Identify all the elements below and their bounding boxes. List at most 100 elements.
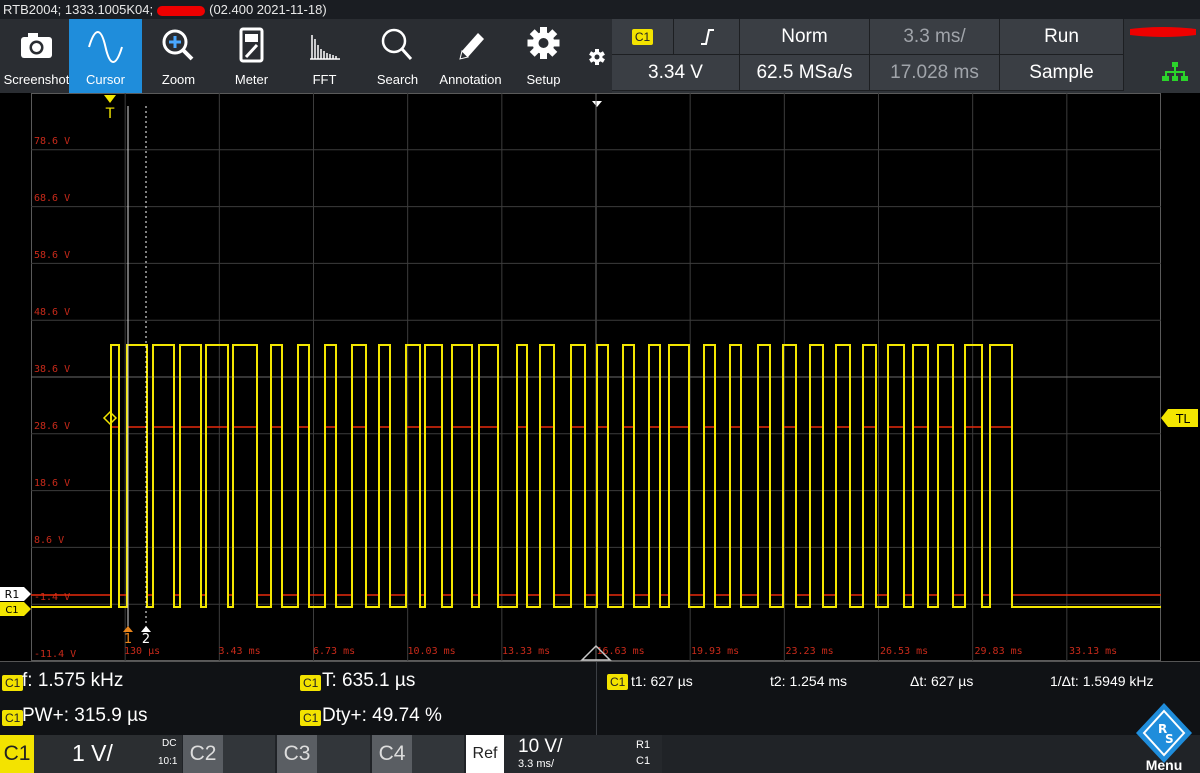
measurement-panel: C1 f: 1.575 kHz C1 T: 635.1 µs C1 PW+: 3…: [0, 661, 1200, 736]
meter-button[interactable]: Meter: [215, 19, 288, 93]
fft-label: FFT: [312, 72, 337, 87]
cursor-t2-value: t2: 1.254 ms: [770, 673, 848, 689]
x-axis-labels: 130 µs 3.43 ms 6.73 ms 10.03 ms 13.33 ms 16.6…: [124, 646, 1117, 657]
firmware-version: (02.400 2021-11-18): [209, 2, 327, 17]
sample-rate: 62.5 MSa/s: [740, 55, 870, 91]
instrument-id: RTB2004; 1333.1005K04;: [3, 2, 154, 17]
meas-channel-badge: C1: [300, 675, 322, 691]
timebase[interactable]: 3.3 ms/: [870, 19, 1000, 55]
run-state-button[interactable]: Run: [1000, 19, 1124, 55]
acquisition-status-panel: C1 Norm 3.3 ms/ Run 3.34 V 62.5 MSa/s 17…: [612, 19, 1200, 93]
zoom-in-icon: [162, 29, 194, 61]
duty-cycle-measurement[interactable]: Dty+: 49.74 %: [322, 705, 442, 727]
trigger-mode[interactable]: Norm: [740, 19, 870, 55]
gear-icon: [527, 27, 560, 59]
fft-spectrum-icon: [310, 35, 340, 60]
x-axis-tick-label: 3.43 ms: [219, 646, 261, 657]
search-icon: [381, 28, 413, 61]
trigger-slope[interactable]: [674, 19, 740, 55]
channel-c1-probe: 10:1: [158, 756, 178, 767]
annotation-button[interactable]: Annotation: [434, 19, 507, 93]
sine-wave-icon: [88, 31, 123, 63]
x-axis-tick-label: 19.93 ms: [691, 646, 739, 657]
menu-button[interactable]: R S Menu: [1128, 693, 1200, 773]
x-axis-tick-label: 6.73 ms: [313, 646, 355, 657]
pulse-width-measurement[interactable]: PW+: 315.9 µs: [22, 705, 148, 727]
x-axis-tick-label: 33.13 ms: [1069, 646, 1117, 657]
trigger-level[interactable]: 3.34 V: [612, 55, 740, 91]
x-axis-tick-label: 29.83 ms: [975, 646, 1023, 657]
quick-settings-gear-icon[interactable]: [586, 46, 608, 68]
search-label: Search: [376, 72, 419, 87]
channel-c2[interactable]: C2: [183, 735, 275, 773]
ch1-ground-marker-label: C1: [5, 605, 18, 616]
frequency-measurement[interactable]: f: 1.575 kHz: [22, 670, 123, 692]
search-button[interactable]: Search: [361, 19, 434, 93]
channel-c4[interactable]: C4: [372, 735, 464, 773]
ref-timebase: 3.3 ms/: [518, 758, 555, 770]
meas-channel-badge: C1: [300, 710, 322, 726]
screenshot-button[interactable]: Screenshot: [0, 19, 73, 93]
ref-channel-name: Ref: [466, 735, 504, 773]
annotation-label: Annotation: [439, 72, 502, 87]
channel-c1-coupling: DC: [162, 738, 177, 749]
title-bar: RTB2004; 1333.1005K04; (02.400 2021-11-18…: [0, 0, 1200, 19]
y-axis-tick-label: 8.6 V: [34, 535, 64, 546]
period-measurement[interactable]: T: 635.1 µs: [322, 670, 415, 692]
y-axis-tick-label: -1.4 V: [34, 592, 70, 603]
fft-button[interactable]: FFT: [288, 19, 361, 93]
cursor-channel-badge: C1: [607, 674, 629, 690]
menu-label: Menu: [1145, 757, 1183, 773]
ref-ground-marker-label: R1: [5, 588, 20, 601]
channel-c4-name: C4: [372, 735, 412, 773]
cursor-2-label: 2: [142, 632, 150, 647]
channel-c1[interactable]: C1 1 V/ DC 10:1: [0, 735, 182, 773]
setup-button[interactable]: Setup: [507, 19, 580, 93]
zoom-button[interactable]: Zoom: [142, 19, 215, 93]
cursor-label: Cursor: [85, 72, 125, 87]
channel-c1-name: C1: [0, 735, 34, 773]
ref-source-top: R1: [636, 739, 651, 751]
y-axis-tick-label: 48.6 V: [34, 307, 70, 318]
acquisition-mode[interactable]: Sample: [1000, 55, 1124, 91]
svg-text:S: S: [1165, 732, 1174, 746]
y-axis-tick-label: 58.6 V: [34, 250, 70, 261]
pencil-icon: [459, 33, 484, 60]
meas-channel-badge: C1: [2, 710, 24, 726]
channel-c1-scale: 1 V/: [72, 740, 113, 766]
lan-connection-icon: [1162, 62, 1188, 81]
channel-c3-name: C3: [277, 735, 317, 773]
trigger-marker-label: T: [105, 106, 115, 122]
ref-source-bottom: C1: [636, 755, 651, 767]
cursor-button[interactable]: Cursor: [69, 19, 142, 93]
y-axis-tick-label: 28.6 V: [34, 421, 70, 432]
cursor-inverse-delta-t-value: 1/Δt: 1.5949 kHz: [1050, 673, 1154, 689]
y-axis-tick-label: 78.6 V: [34, 136, 70, 147]
meter-icon: [239, 27, 264, 63]
ref-channel[interactable]: Ref 10 V/ 3.3 ms/ R1 C1: [466, 735, 662, 773]
x-axis-tick-label: 13.33 ms: [502, 646, 550, 657]
camera-icon: [21, 33, 52, 58]
channel-c3[interactable]: C3: [277, 735, 370, 773]
trigger-offset[interactable]: 17.028 ms: [870, 55, 1000, 91]
x-axis-tick-label: 130 µs: [124, 646, 160, 657]
setup-label: Setup: [526, 72, 561, 87]
y-axis-labels: 78.6 V 68.6 V 58.6 V 48.6 V 38.6 V 28.6 V 18.6…: [34, 136, 76, 660]
trigger-position-marker[interactable]: [104, 95, 116, 103]
measurement-divider: [596, 662, 597, 736]
ch1-waveform: [31, 344, 1161, 608]
cursor-delta-t-value: Δt: 627 µs: [910, 673, 974, 689]
waveform-canvas[interactable]: 78.6 V68.6 V58.6 V48.6 V38.6 V28.6 V18.6…: [0, 93, 1200, 673]
toolbar: Screenshot Cursor Zoom Meter FFT Search …: [0, 19, 612, 107]
y-axis-tick-label: 18.6 V: [34, 478, 70, 489]
x-axis-tick-label: 23.23 ms: [786, 646, 834, 657]
x-axis-tick-label: 26.53 ms: [880, 646, 928, 657]
cursor-1-label: 1: [124, 632, 132, 647]
y-axis-tick-label: -11.4 V: [34, 649, 76, 660]
meas-channel-badge: C1: [2, 675, 24, 691]
x-axis-tick-label: 16.63 ms: [597, 646, 645, 657]
trigger-source[interactable]: C1: [612, 19, 674, 55]
zoom-label: Zoom: [161, 72, 196, 87]
y-axis-tick-label: 68.6 V: [34, 193, 70, 204]
channel-bar: C1 1 V/ DC 10:1 C2 C3 C4 Ref 10 V/ 3.3 m…: [0, 735, 1200, 773]
